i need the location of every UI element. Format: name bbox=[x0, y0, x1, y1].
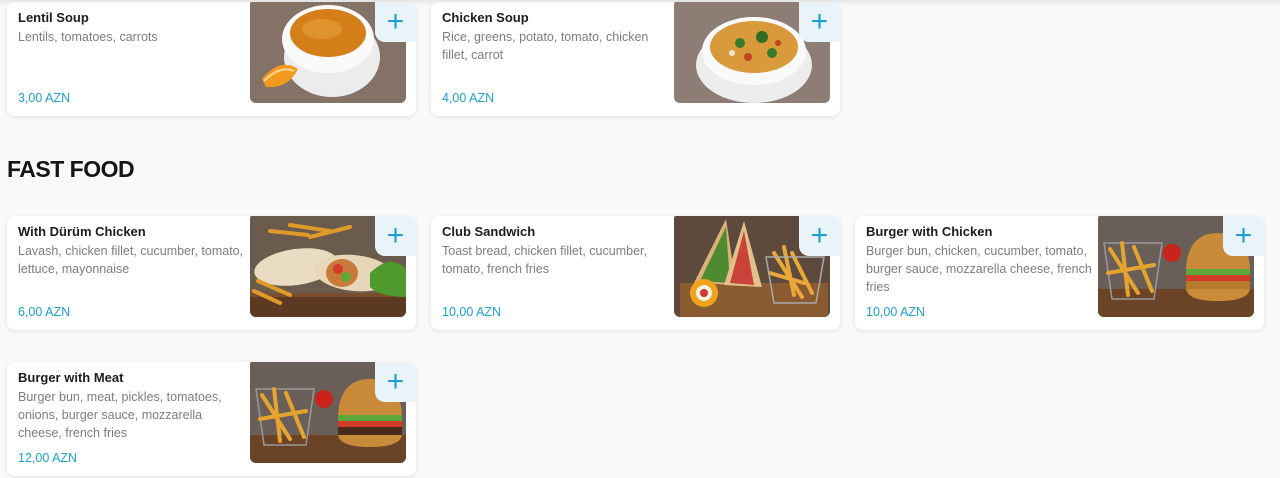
plus-icon: + bbox=[386, 5, 405, 38]
item-title: Club Sandwich bbox=[442, 224, 536, 239]
menu-item-card[interactable]: With Dürüm Chicken Lavash, chicken fille… bbox=[7, 216, 416, 330]
section-heading: FAST FOOD bbox=[7, 156, 135, 182]
add-to-cart-button[interactable]: + bbox=[375, 2, 416, 42]
plus-icon: + bbox=[1234, 219, 1253, 252]
plus-icon: + bbox=[386, 365, 405, 398]
item-price: 12,00 AZN bbox=[18, 451, 78, 465]
item-description: Rice, greens, potato, tomato, chicken fi… bbox=[442, 30, 649, 62]
item-description: Toast bread, chicken fillet, cucumber, t… bbox=[442, 244, 647, 276]
item-description: Lentils, tomatoes, carrots bbox=[18, 30, 158, 44]
add-to-cart-button[interactable]: + bbox=[375, 362, 416, 402]
menu-item-card[interactable]: Burger with Chicken Burger bun, chicken,… bbox=[855, 216, 1264, 330]
item-title: Burger with Chicken bbox=[866, 224, 993, 239]
item-price: 10,00 AZN bbox=[442, 305, 502, 319]
item-price: 3,00 AZN bbox=[18, 91, 71, 105]
add-to-cart-button[interactable]: + bbox=[799, 216, 840, 256]
menu-item-card[interactable]: Burger with Meat Burger bun, meat, pickl… bbox=[7, 362, 416, 476]
item-description: Lavash, chicken fillet, cucumber, tomato… bbox=[18, 244, 244, 276]
item-price: 4,00 AZN bbox=[442, 91, 495, 105]
item-title: Burger with Meat bbox=[18, 370, 124, 385]
item-title: Chicken Soup bbox=[442, 10, 529, 25]
item-price: 10,00 AZN bbox=[866, 305, 926, 319]
plus-icon: + bbox=[810, 219, 829, 252]
add-to-cart-button[interactable]: + bbox=[799, 2, 840, 42]
plus-icon: + bbox=[386, 219, 405, 252]
plus-icon: + bbox=[810, 5, 829, 38]
item-title: With Dürüm Chicken bbox=[18, 224, 146, 239]
menu-item-card[interactable]: Lentil Soup Lentils, tomatoes, carrots 3… bbox=[7, 2, 416, 116]
item-description: Burger bun, meat, pickles, tomatoes, oni… bbox=[18, 390, 222, 440]
item-description: Burger bun, chicken, cucumber, tomato, b… bbox=[866, 244, 1092, 294]
add-to-cart-button[interactable]: + bbox=[375, 216, 416, 256]
item-price: 6,00 AZN bbox=[18, 305, 71, 319]
item-title: Lentil Soup bbox=[18, 10, 89, 25]
menu-item-card[interactable]: Chicken Soup Rice, greens, potato, tomat… bbox=[431, 2, 840, 116]
add-to-cart-button[interactable]: + bbox=[1223, 216, 1264, 256]
menu-item-card[interactable]: Club Sandwich Toast bread, chicken fille… bbox=[431, 216, 840, 330]
